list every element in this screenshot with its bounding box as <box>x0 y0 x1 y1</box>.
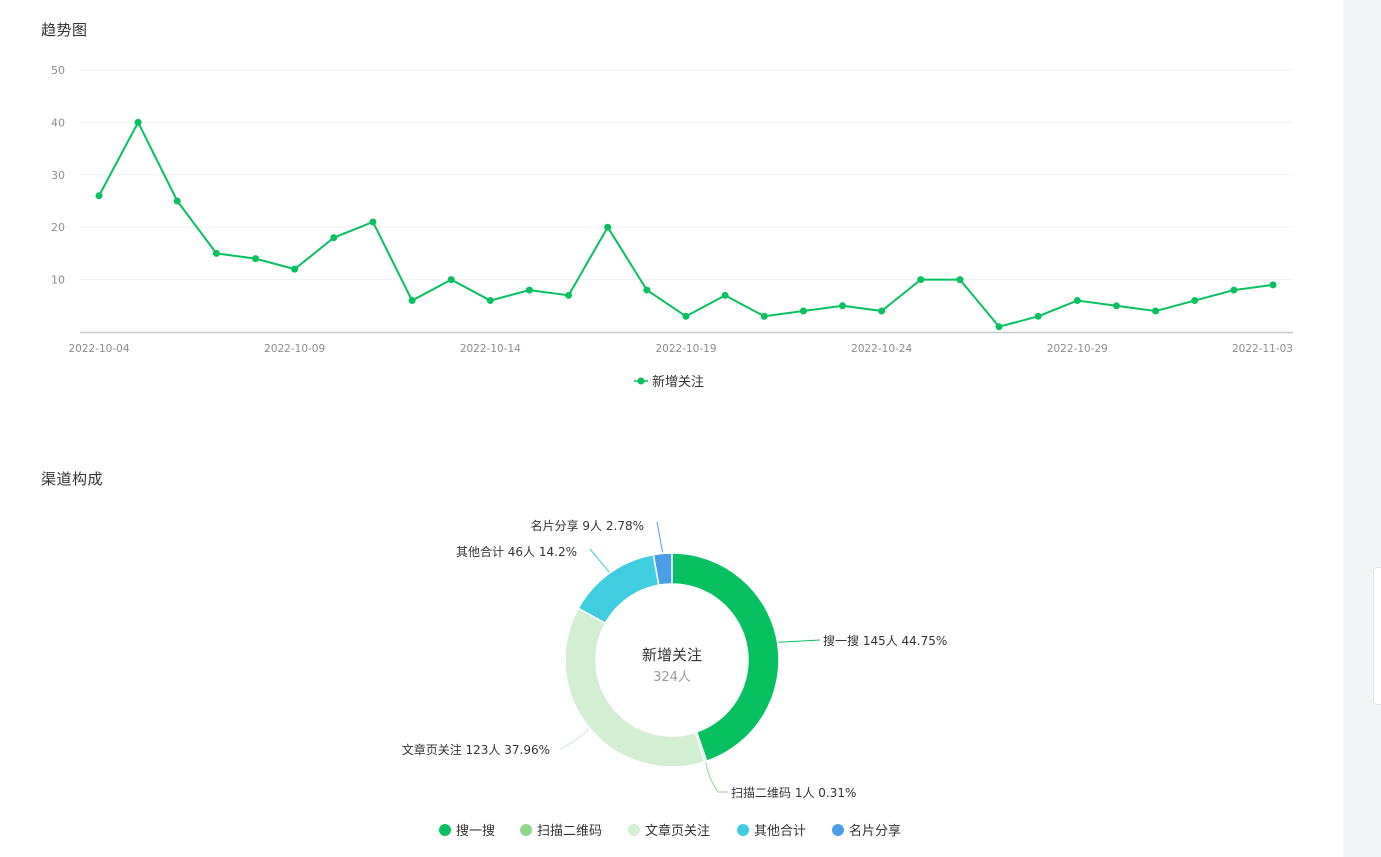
channel-donut-chart: 搜一搜 145人 44.75% 扫描二维码 1人 0.31% 文章页关注 123人 … <box>402 518 948 839</box>
legend-marker <box>520 824 532 836</box>
slice-label: 文章页关注 123人 37.96% <box>402 742 550 757</box>
side-float-panel[interactable] <box>1373 567 1381 705</box>
legend-item-label: 扫描二维码 <box>537 824 602 839</box>
legend-marker <box>832 824 844 836</box>
donut-center-value: 324人 <box>653 670 691 685</box>
legend-item-label: 其他合计 <box>754 824 806 839</box>
main-panel: 趋势图 渠道构成 10 20 30 40 50 2022-10-04 2022-10-09 2… <box>0 0 1343 857</box>
slice-label: 搜一搜 145人 44.75% <box>823 633 947 648</box>
donut-slice <box>564 607 706 768</box>
legend-marker <box>628 824 640 836</box>
legend-item-label: 文章页关注 <box>645 823 710 839</box>
slice-leader-line <box>705 762 728 793</box>
slice-label: 扫描二维码 1人 0.31% <box>731 786 856 800</box>
donut-slice <box>577 553 660 625</box>
legend-item-label: 搜一搜 <box>456 824 495 839</box>
donut-legend: 搜一搜 扫描二维码 文章页关注 其他合计 名片分享 <box>439 823 901 839</box>
donut-center-title: 新增关注 <box>642 646 702 664</box>
right-scroll-strip <box>1343 0 1381 857</box>
slice-leader-line <box>656 521 664 553</box>
legend-marker <box>737 824 749 836</box>
slice-leader-line <box>589 548 610 573</box>
slice-leader-line <box>559 728 589 750</box>
legend-marker <box>439 824 451 836</box>
slice-label: 其他合计 46人 14.2% <box>456 544 577 559</box>
slice-leader-line <box>778 639 821 643</box>
legend-item-label: 名片分享 <box>849 823 901 839</box>
slice-label: 名片分享 9人 2.78% <box>531 518 644 533</box>
